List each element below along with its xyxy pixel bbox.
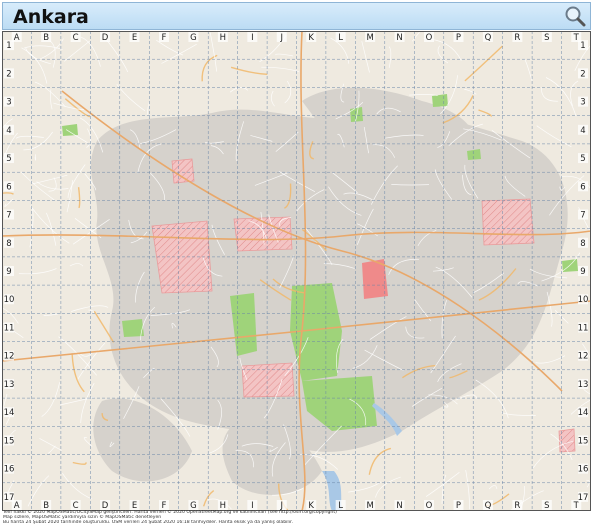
grid-label-row-left: 14 bbox=[4, 408, 15, 418]
magnifier-icon[interactable] bbox=[564, 5, 586, 27]
grid-label-row-left: 2 bbox=[6, 69, 11, 79]
grid-label-row-left: 3 bbox=[6, 98, 11, 108]
grid-label-row-left: 9 bbox=[6, 267, 11, 277]
grid-label-row-right: 3 bbox=[580, 98, 585, 108]
footer-line-date: Bu harita 24 Şubat 2020 tarihinde oluştu… bbox=[3, 520, 293, 526]
grid-label-row-left: 15 bbox=[4, 436, 15, 446]
map-area[interactable]: AABBCCDDEEFFGGHHIIJJKKLLMMNNOOPPQQRRSSTT… bbox=[2, 31, 591, 511]
grid-label-row-right: 14 bbox=[578, 408, 589, 418]
grid-label-row-left: 1 bbox=[6, 41, 11, 51]
grid-label-row-right: 2 bbox=[580, 69, 585, 79]
map-title: Ankara bbox=[13, 6, 89, 28]
grid-label-row-right: 15 bbox=[578, 436, 589, 446]
grid-label-col-top: R bbox=[514, 33, 520, 43]
grid-label-row-left: 11 bbox=[4, 323, 15, 333]
grid-label-row-right: 9 bbox=[580, 267, 585, 277]
grid-label-col-top: B bbox=[43, 33, 49, 43]
map-canvas: AABBCCDDEEFFGGHHIIJJKKLLMMNNOOPPQQRRSSTT… bbox=[2, 31, 591, 511]
grid-label-row-right: 8 bbox=[580, 239, 585, 249]
grid-label-row-left: 17 bbox=[4, 493, 15, 503]
grid-label-col-top: K bbox=[308, 33, 314, 43]
grid-label-col-top: O bbox=[426, 33, 433, 43]
grid-label-row-left: 7 bbox=[6, 211, 11, 221]
grid-label-col-top: M bbox=[366, 33, 373, 43]
grid-lines bbox=[2, 31, 591, 511]
grid-label-row-right: 1 bbox=[580, 41, 585, 51]
grid-label-row-right: 13 bbox=[578, 380, 589, 390]
grid-label-row-left: 12 bbox=[4, 352, 15, 362]
grid-label-row-right: 4 bbox=[580, 126, 585, 136]
grid-label-row-right: 16 bbox=[578, 465, 589, 475]
grid-label-col-top: G bbox=[190, 33, 197, 43]
map-footer: Telif hakkı © 2020 MapOSMatic/OCitySMap … bbox=[3, 510, 591, 526]
grid-label-col-top: P bbox=[456, 33, 461, 43]
grid-label-row-left: 13 bbox=[4, 380, 15, 390]
grid-label-row-right: 12 bbox=[578, 352, 589, 362]
grid-label-col-top: S bbox=[544, 33, 549, 43]
grid-label-col-top: N bbox=[396, 33, 402, 43]
map-title-bar: Ankara bbox=[2, 2, 591, 30]
grid-label-col-top: I bbox=[251, 33, 254, 43]
grid-label-row-right: 11 bbox=[578, 323, 589, 333]
grid-label-row-left: 10 bbox=[4, 295, 15, 305]
grid-label-row-right: 5 bbox=[580, 154, 585, 164]
grid-label-row-left: 6 bbox=[6, 182, 11, 192]
grid-label-col-top: J bbox=[280, 33, 284, 43]
grid-label-col-top: D bbox=[102, 33, 109, 43]
grid-label-col-top: E bbox=[132, 33, 137, 43]
grid-label-row-right: 6 bbox=[580, 182, 585, 192]
grid-label-col-top: F bbox=[162, 33, 167, 43]
grid-label-row-left: 8 bbox=[6, 239, 11, 249]
grid-label-row-left: 16 bbox=[4, 465, 15, 475]
grid-label-row-right: 7 bbox=[580, 211, 585, 221]
grid-label-col-top: A bbox=[14, 33, 20, 43]
grid-label-col-top: L bbox=[338, 33, 343, 43]
grid-label-col-top: H bbox=[220, 33, 226, 43]
grid-label-col-top: Q bbox=[485, 33, 492, 43]
grid-label-row-left: 5 bbox=[6, 154, 11, 164]
grid-label-row-left: 4 bbox=[6, 126, 11, 136]
grid-label-row-right: 17 bbox=[578, 493, 589, 503]
grid-label-row-right: 10 bbox=[578, 295, 589, 305]
grid-label-col-top: C bbox=[73, 33, 79, 43]
